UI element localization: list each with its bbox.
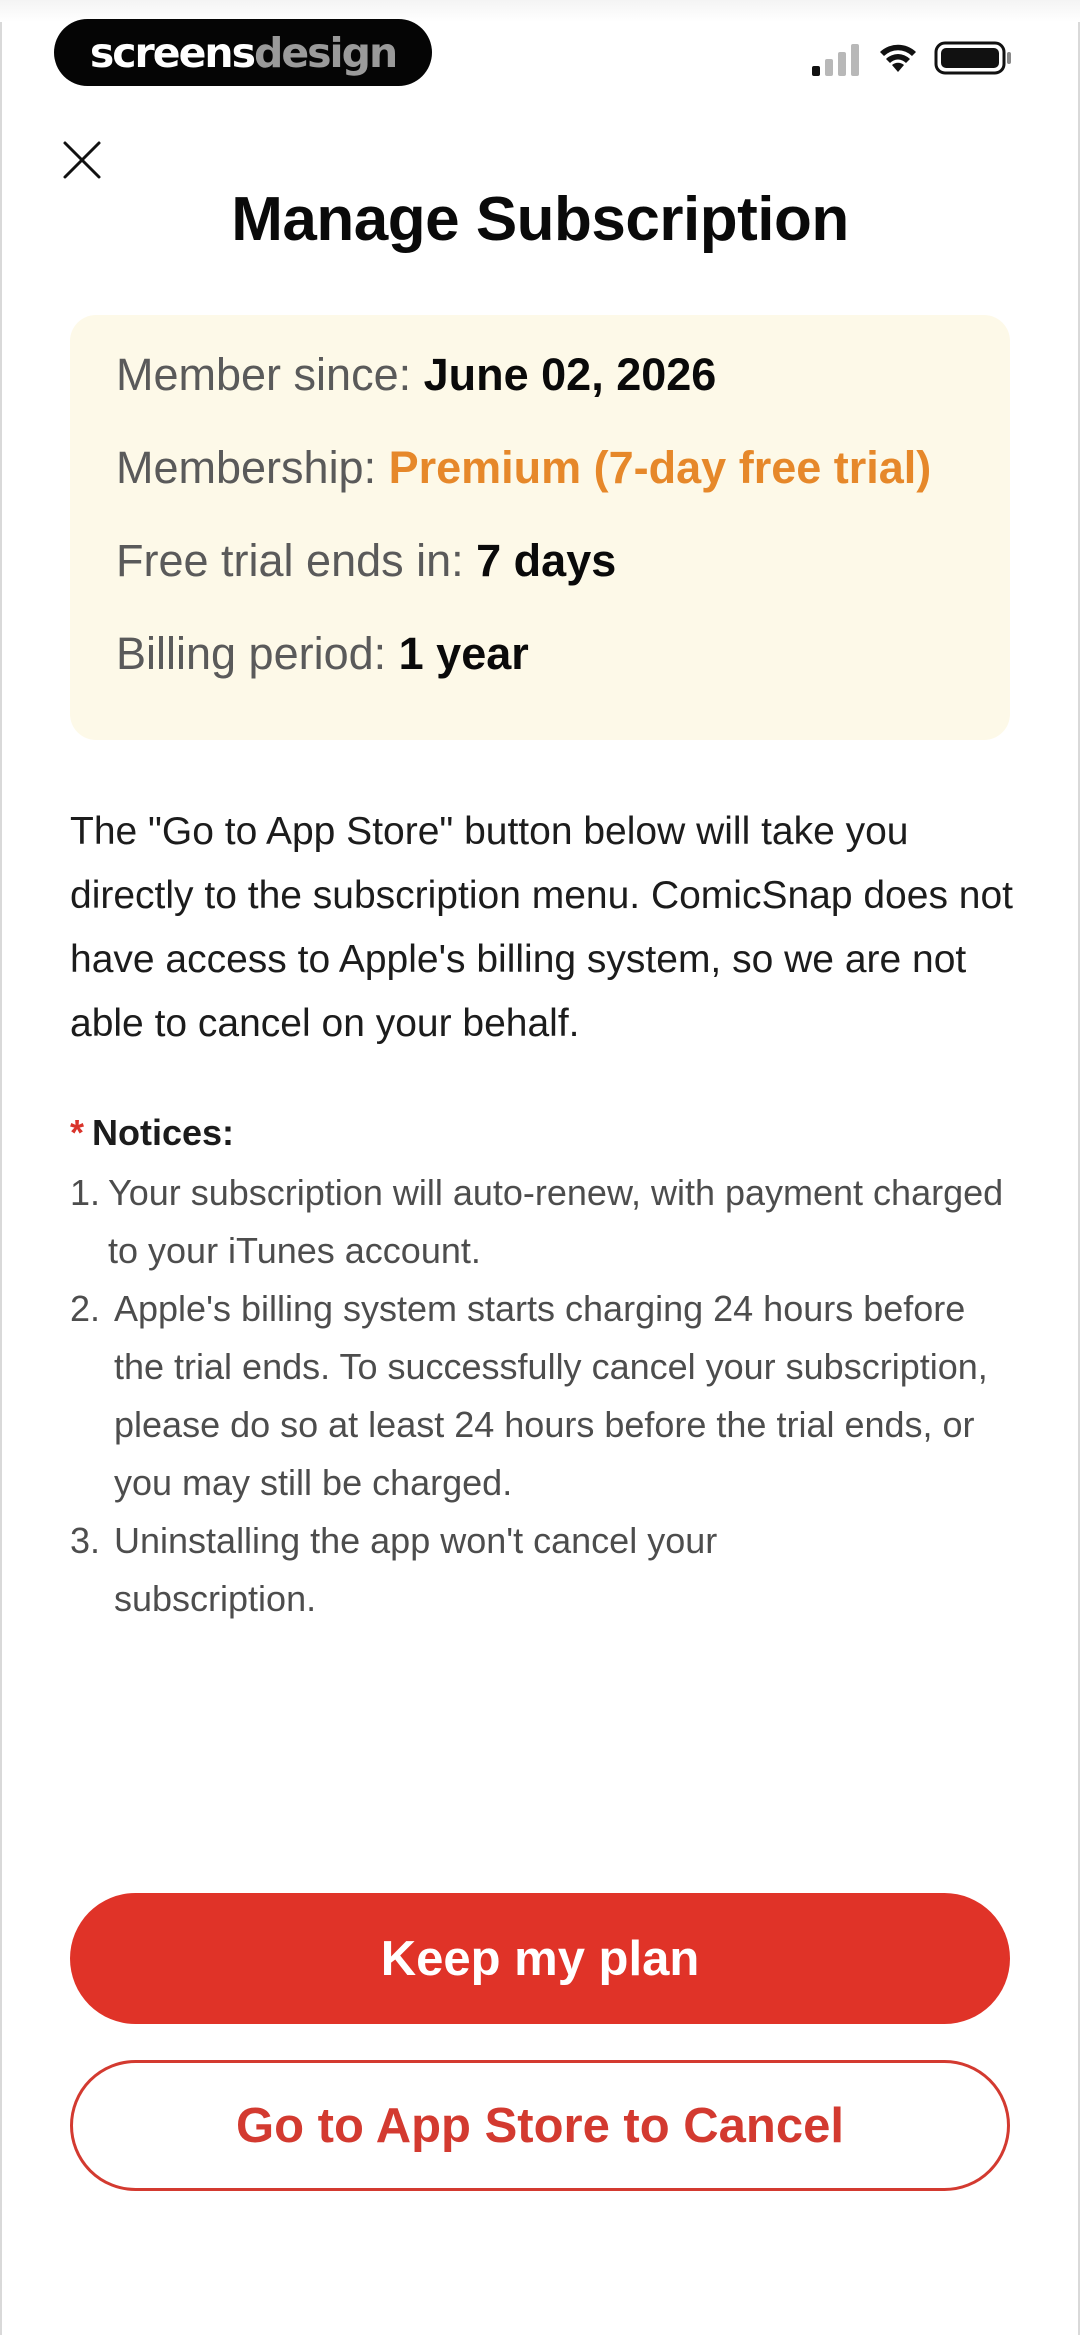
notice-number: 1.	[70, 1172, 101, 1213]
battery-icon	[934, 41, 1011, 75]
member-since-label: Member since:	[116, 349, 424, 400]
brand-logo-part2: design	[253, 28, 398, 77]
description-text: The "Go to App Store" button below will …	[70, 810, 1013, 1045]
notice-text: Apple's billing system starts charging 2…	[114, 1288, 988, 1503]
notice-text: Your subscription will auto-renew, with …	[108, 1172, 1004, 1271]
trial-row: Free trial ends in: 7 days	[116, 535, 616, 587]
trial-label: Free trial ends in:	[116, 535, 477, 586]
page-title: Manage Subscription	[231, 185, 849, 254]
notice-number: 3.	[70, 1520, 101, 1561]
member-since-row: Member since: June 02, 2026	[116, 349, 716, 401]
wifi-icon	[880, 44, 916, 72]
notices-heading: * Notices:	[70, 1112, 234, 1154]
trial-value: 7 days	[476, 535, 617, 586]
keep-plan-button[interactable]: Keep my plan	[70, 1893, 1010, 2024]
frame-edge-left	[0, 0, 2, 2335]
notice-text: Uninstalling the app won't cancel your s…	[114, 1520, 718, 1619]
brand-logo-part1: screens	[89, 28, 256, 77]
notice-item: 1. Your subscription will auto-renew, wi…	[70, 1164, 1020, 1280]
notice-number: 2.	[70, 1288, 101, 1329]
close-button[interactable]	[58, 136, 106, 184]
status-icons	[812, 40, 1012, 80]
required-marker: *	[70, 1112, 85, 1153]
billing-value: 1 year	[398, 628, 529, 679]
membership-label: Membership:	[116, 442, 389, 493]
close-icon	[63, 141, 101, 179]
notices-heading-text: Notices:	[92, 1112, 235, 1153]
cancel-in-app-store-button[interactable]: Go to App Store to Cancel	[70, 2060, 1010, 2191]
member-since-value: June 02, 2026	[423, 349, 717, 400]
cellular-signal-icon	[812, 44, 859, 76]
brand-logo: screens design	[54, 19, 432, 86]
membership-row: Membership: Premium (7-day free trial)	[116, 442, 931, 494]
notice-item: 2. Apple's billing system starts chargin…	[70, 1280, 1020, 1512]
subscription-info-card: Member since: June 02, 2026 Membership: …	[70, 315, 1010, 740]
billing-row: Billing period: 1 year	[116, 628, 529, 680]
membership-value: Premium (7-day free trial)	[388, 442, 932, 493]
notice-item: 3. Uninstalling the app won't cancel you…	[70, 1512, 1020, 1628]
billing-label: Billing period:	[116, 628, 399, 679]
